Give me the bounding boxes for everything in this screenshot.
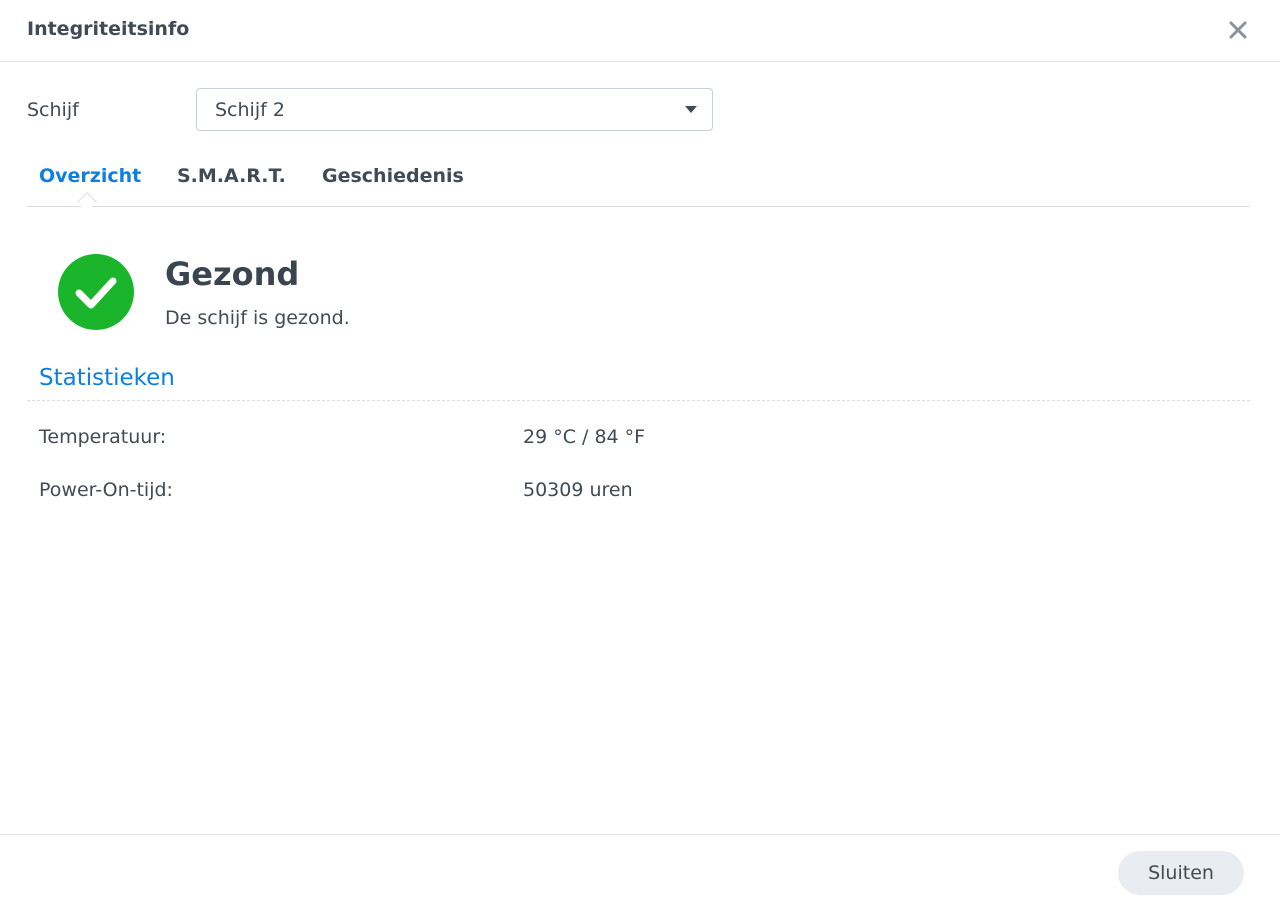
chevron-down-icon	[685, 106, 697, 113]
tab-bar: Overzicht S.M.A.R.T. Geschiedenis	[27, 150, 1250, 212]
disk-label: Schijf	[27, 99, 79, 121]
disk-select[interactable]: Schijf 2	[196, 88, 713, 131]
integrity-info-dialog: Integriteitsinfo Schijf Schijf 2 Overzic…	[0, 0, 1280, 910]
tab-smart[interactable]: S.M.A.R.T.	[177, 164, 286, 188]
dialog-title: Integriteitsinfo	[27, 18, 190, 40]
close-icon[interactable]	[1224, 16, 1252, 44]
temperature-label: Temperatuur:	[39, 426, 167, 448]
dialog-header: Integriteitsinfo	[0, 0, 1280, 62]
statistics-heading: Statistieken	[39, 365, 175, 391]
tab-geschiedenis[interactable]: Geschiedenis	[322, 164, 464, 188]
close-button[interactable]: Sluiten	[1118, 851, 1244, 895]
tab-overzicht[interactable]: Overzicht	[39, 164, 141, 188]
status-description: De schijf is gezond.	[165, 307, 350, 329]
temperature-value: 29 °C / 84 °F	[523, 426, 646, 448]
section-divider	[27, 400, 1250, 401]
disk-select-value: Schijf 2	[215, 99, 285, 121]
power-on-time-label: Power-On-tijd:	[39, 479, 173, 501]
dialog-footer: Sluiten	[0, 834, 1280, 910]
check-circle-icon	[58, 254, 134, 330]
status-title: Gezond	[165, 255, 300, 293]
power-on-time-value: 50309 uren	[523, 479, 633, 501]
active-tab-indicator	[77, 192, 97, 212]
